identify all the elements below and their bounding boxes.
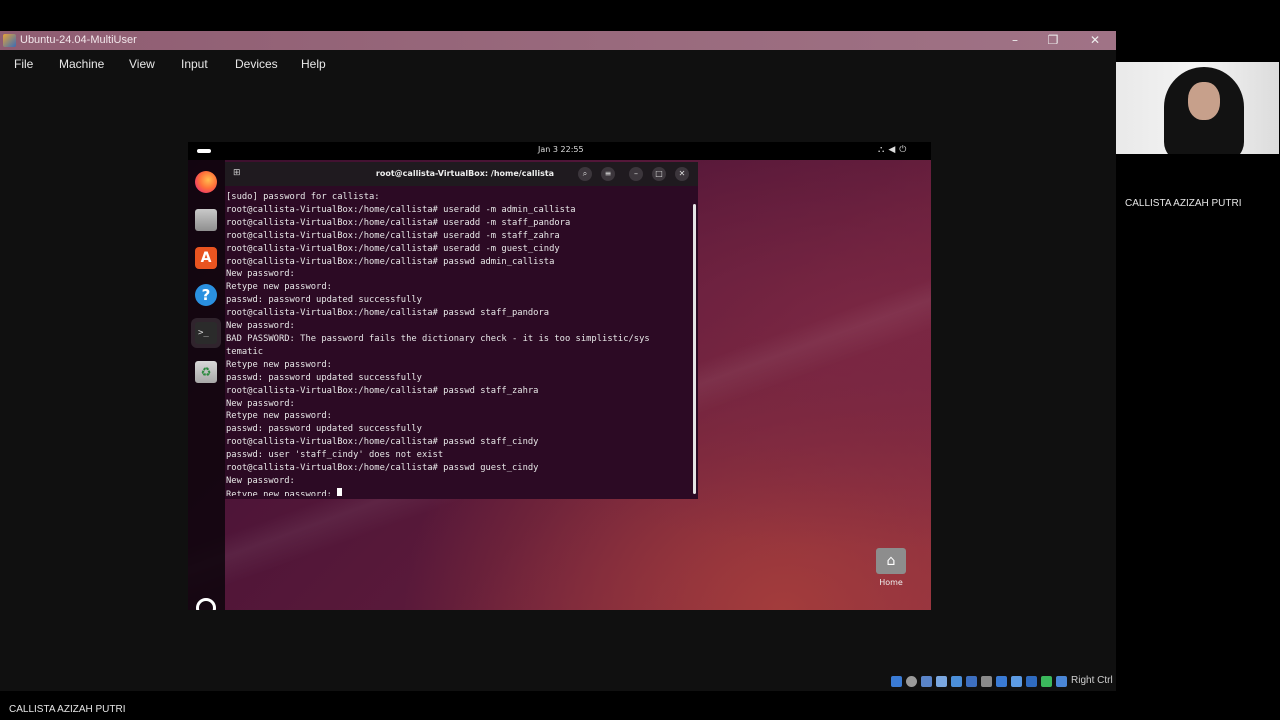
terminal-output[interactable]: [sudo] password for callista: root@callis… bbox=[226, 191, 692, 496]
menu-help[interactable]: Help bbox=[301, 57, 326, 71]
menu-file[interactable]: File bbox=[14, 57, 33, 71]
terminal-title: root@callista-VirtualBox: /home/callista bbox=[375, 169, 555, 178]
vrde-icon[interactable] bbox=[1011, 676, 1022, 687]
terminal-prompt-line[interactable]: Retype new password: bbox=[226, 487, 692, 496]
terminal-line: New password: bbox=[226, 475, 295, 486]
terminal-line: BAD PASSWORD: The password fails the dic… bbox=[226, 333, 650, 344]
menu-view[interactable]: View bbox=[129, 57, 155, 71]
terminal-line: root@callista-VirtualBox:/home/callista#… bbox=[226, 230, 560, 241]
terminal-icon: >_ bbox=[195, 322, 217, 344]
self-view-name: CALLISTA AZIZAH PUTRI bbox=[9, 704, 126, 715]
text-cursor bbox=[337, 487, 343, 496]
volume-icon: ◀ bbox=[888, 145, 900, 155]
terminal-close-button[interactable]: ✕ bbox=[675, 167, 689, 181]
menu-devices[interactable]: Devices bbox=[235, 57, 278, 71]
gnome-top-bar: Jan 3 22:55 ⛬◀⏻ bbox=[188, 142, 931, 160]
terminal-line: passwd: password updated successfully bbox=[226, 372, 422, 383]
terminal-headerbar[interactable]: ⊞ root@callista-VirtualBox: /home/callis… bbox=[225, 162, 698, 186]
home-folder-label: Home bbox=[879, 578, 903, 587]
hamburger-menu-icon[interactable]: ≡ bbox=[601, 167, 615, 181]
participant-face bbox=[1188, 82, 1220, 120]
terminal-line: tematic bbox=[226, 346, 264, 357]
cpu-icon[interactable] bbox=[1026, 676, 1037, 687]
terminal-line: root@callista-VirtualBox:/home/callista#… bbox=[226, 204, 576, 215]
terminal-line: root@callista-VirtualBox:/home/callista#… bbox=[226, 463, 539, 474]
terminal-line: New password: bbox=[226, 398, 295, 409]
power-icon: ⏻ bbox=[899, 145, 911, 155]
home-folder-icon[interactable]: ⌂ bbox=[876, 548, 906, 574]
app-center-icon[interactable]: A bbox=[195, 247, 217, 269]
show-apps-icon[interactable] bbox=[196, 598, 216, 610]
recording-icon[interactable] bbox=[996, 676, 1007, 687]
terminal-line: New password: bbox=[226, 269, 295, 280]
keyboard-capture-icon[interactable] bbox=[1056, 676, 1067, 687]
dock: A ? >_ ♻ bbox=[188, 160, 225, 610]
shared-folders-icon[interactable] bbox=[966, 676, 977, 687]
network-adapter-icon[interactable] bbox=[936, 676, 947, 687]
search-icon[interactable]: ⌕ bbox=[578, 167, 592, 181]
files-icon[interactable] bbox=[195, 209, 217, 231]
terminal-line: Retype new password: bbox=[226, 359, 332, 370]
window-title: Ubuntu-24.04-MultiUser bbox=[20, 34, 137, 46]
hard-disk-icon[interactable] bbox=[891, 676, 902, 687]
menu-input[interactable]: Input bbox=[181, 57, 208, 71]
terminal-line: passwd: user 'staff_cindy' does not exis… bbox=[226, 450, 444, 461]
terminal-line: [sudo] password for callista: bbox=[226, 192, 380, 202]
terminal-scrollbar[interactable] bbox=[693, 204, 696, 494]
audio-icon[interactable] bbox=[921, 676, 932, 687]
system-tray[interactable]: ⛬◀⏻ bbox=[878, 145, 910, 155]
terminal-line: Retype new password: bbox=[226, 282, 332, 293]
terminal-line: passwd: password updated successfully bbox=[226, 295, 422, 306]
guest-screen[interactable]: Jan 3 22:55 ⛬◀⏻ A ? >_ ♻ ⊞ root@callista… bbox=[188, 142, 931, 610]
optical-drive-icon[interactable] bbox=[906, 676, 917, 687]
close-button[interactable]: ✕ bbox=[1084, 32, 1106, 49]
terminal-line: passwd: password updated successfully bbox=[226, 424, 422, 435]
activities-indicator[interactable] bbox=[197, 149, 211, 153]
terminal-line: root@callista-VirtualBox:/home/callista#… bbox=[226, 217, 571, 228]
terminal-line: Retype new password: bbox=[226, 411, 332, 422]
menu-machine[interactable]: Machine bbox=[59, 57, 104, 71]
terminal-line: root@callista-VirtualBox:/home/callista#… bbox=[226, 243, 560, 254]
terminal-line: root@callista-VirtualBox:/home/callista#… bbox=[226, 308, 550, 319]
trash-icon[interactable]: ♻ bbox=[195, 361, 217, 383]
display-icon[interactable] bbox=[981, 676, 992, 687]
help-icon[interactable]: ? bbox=[195, 284, 217, 306]
virtualbox-icon bbox=[3, 34, 16, 47]
terminal-minimize-button[interactable]: – bbox=[629, 167, 643, 181]
participant-name: CALLISTA AZIZAH PUTRI bbox=[1125, 198, 1242, 209]
mouse-integration-icon[interactable] bbox=[1041, 676, 1052, 687]
virtualbox-titlebar[interactable]: Ubuntu-24.04-MultiUser – ❐ ✕ bbox=[0, 31, 1116, 50]
minimize-button[interactable]: – bbox=[1004, 32, 1026, 49]
new-tab-icon[interactable]: ⊞ bbox=[233, 168, 245, 179]
terminal-line: root@callista-VirtualBox:/home/callista#… bbox=[226, 256, 555, 267]
terminal-maximize-button[interactable]: □ bbox=[652, 167, 666, 181]
terminal-line: root@callista-VirtualBox:/home/callista#… bbox=[226, 385, 539, 396]
network-icon: ⛬ bbox=[878, 145, 889, 155]
screen-top-strip bbox=[0, 0, 1280, 31]
clock[interactable]: Jan 3 22:55 bbox=[538, 145, 584, 154]
restore-button[interactable]: ❐ bbox=[1042, 32, 1064, 49]
terminal-dock-slot[interactable]: >_ bbox=[191, 318, 221, 348]
terminal-line: root@callista-VirtualBox:/home/callista#… bbox=[226, 437, 539, 448]
firefox-icon[interactable] bbox=[195, 171, 217, 193]
participant-video bbox=[1116, 62, 1279, 154]
menu-bar: File Machine View Input Devices Help bbox=[0, 50, 1116, 78]
terminal-line: New password: bbox=[226, 321, 295, 332]
terminal-window[interactable]: ⊞ root@callista-VirtualBox: /home/callis… bbox=[225, 162, 698, 499]
prompt-text: Retype new password: bbox=[226, 489, 338, 496]
usb-icon[interactable] bbox=[951, 676, 962, 687]
host-key-label: Right Ctrl bbox=[1071, 675, 1113, 686]
